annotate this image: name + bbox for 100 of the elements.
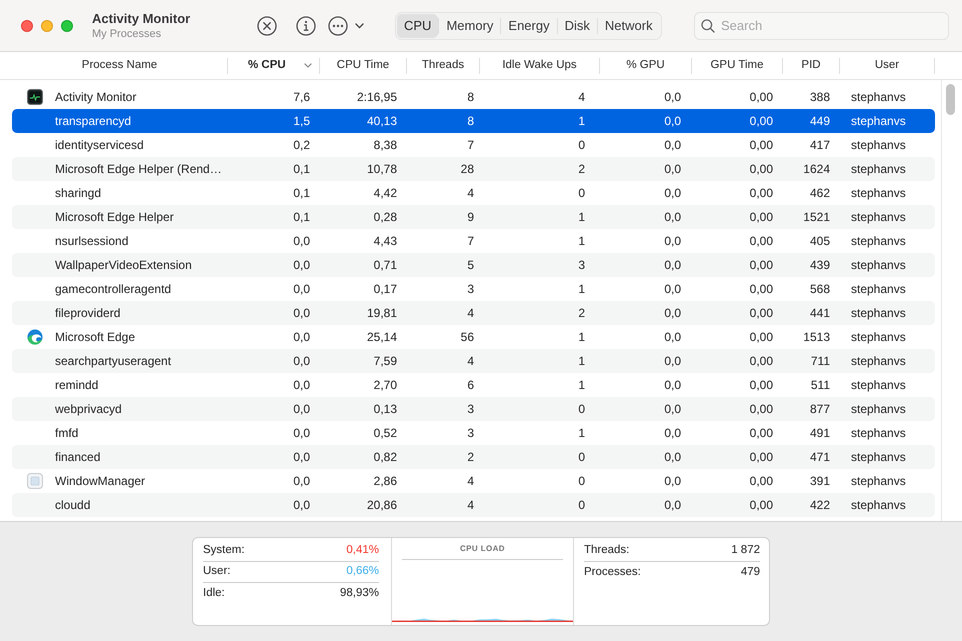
search-field[interactable]: Search bbox=[694, 12, 949, 40]
table-cell-text: stephanvs bbox=[850, 497, 907, 514]
table-cell-text: 0,0 bbox=[292, 449, 311, 466]
process-row[interactable]: transparencyd 1,5 40,13 8 1 0,0 0,00 449 stephanvs bbox=[12, 109, 935, 133]
tab[interactable]: Disk bbox=[558, 14, 597, 38]
chart-title: CPU LOAD bbox=[460, 542, 505, 554]
table-cell-text: 0,0 bbox=[663, 209, 682, 226]
table-cell-text: 56 bbox=[460, 329, 475, 346]
table-cell-text: 1 bbox=[577, 353, 586, 370]
table-cell-text: 0,0 bbox=[663, 113, 682, 130]
table-cell-text: 0,0 bbox=[663, 353, 682, 370]
process-row[interactable]: webprivacyd 0,0 0,13 3 0 0,0 0,00 877 stephanvs bbox=[12, 397, 935, 421]
column-header[interactable]: Threads bbox=[407, 58, 480, 74]
process-name: webprivacyd bbox=[55, 401, 122, 418]
table-cell-text: 0,1 bbox=[292, 209, 311, 226]
column-header[interactable]: Process Name bbox=[12, 58, 228, 74]
tab[interactable]: Memory bbox=[439, 14, 500, 38]
table-cell-text: 439 bbox=[808, 257, 831, 274]
table-cell-text: 0,00 bbox=[748, 473, 774, 490]
minimize-button[interactable] bbox=[41, 20, 53, 32]
process-row[interactable]: Microsoft Edge 0,0 25,14 56 1 0,0 0,00 1513 stephanvs bbox=[12, 325, 935, 349]
table-cell-text: 0,0 bbox=[663, 305, 682, 322]
process-row[interactable]: financed 0,0 0,82 2 0 0,0 0,00 471 stephanvs bbox=[12, 445, 935, 469]
process-row[interactable]: cloudd 0,0 20,86 4 0 0,0 0,00 422 stephanvs bbox=[12, 493, 935, 517]
table-cell-text: stephanvs bbox=[850, 425, 907, 442]
table-cell-text: 0,00 bbox=[748, 449, 774, 466]
column-header[interactable]: GPU Time bbox=[692, 58, 783, 74]
process-name: nsurlsessiond bbox=[55, 233, 128, 250]
table-cell-text: 0,0 bbox=[292, 425, 311, 442]
close-button[interactable] bbox=[21, 20, 33, 32]
column-header[interactable]: Idle Wake Ups bbox=[480, 58, 600, 74]
table-cell-text: 0 bbox=[577, 137, 586, 154]
table-cell-text: 2 bbox=[577, 305, 586, 322]
caret-icon bbox=[355, 22, 364, 28]
table-cell-text: 0,00 bbox=[748, 209, 774, 226]
process-row[interactable]: WindowManager 0,0 2,86 4 0 0,0 0,00 391 stephanvs bbox=[12, 469, 935, 493]
process-row[interactable]: Activity Monitor 7,6 2:16,95 8 4 0,0 0,00 388 stephanvs bbox=[12, 85, 935, 109]
process-name: fmfd bbox=[55, 425, 78, 442]
process-name: searchpartyuseragent bbox=[55, 353, 172, 370]
table-cell-text: 0 bbox=[577, 473, 586, 490]
stat-value: 479 bbox=[740, 564, 760, 580]
tab[interactable]: CPU bbox=[397, 14, 438, 38]
table-cell-text: 1624 bbox=[802, 161, 831, 178]
table-cell-text: 511 bbox=[810, 377, 831, 394]
table-cell-text: 19,81 bbox=[366, 305, 398, 322]
process-name: identityservicesd bbox=[55, 137, 144, 154]
process-row[interactable]: fmfd 0,0 0,52 3 1 0,0 0,00 491 stephanvs bbox=[12, 421, 935, 445]
process-row[interactable]: Microsoft Edge Helper (Rend… 0,1 10,78 28 2 0,0 0,00 1624 stephanvs bbox=[12, 157, 935, 181]
table-cell-text: 0 bbox=[577, 497, 586, 514]
table-cell-text: 1 bbox=[577, 329, 586, 346]
table-cell-text: 2,70 bbox=[372, 377, 398, 394]
process-name: gamecontrolleragentd bbox=[55, 281, 172, 298]
table-cell-text: 0,0 bbox=[292, 497, 311, 514]
table-cell-text: 0,0 bbox=[663, 257, 682, 274]
process-row[interactable]: nsurlsessiond 0,0 4,43 7 1 0,0 0,00 405 stephanvs bbox=[12, 229, 935, 253]
table-cell-text: 0,0 bbox=[292, 257, 311, 274]
table-cell-text: 0,00 bbox=[748, 401, 774, 418]
process-row[interactable]: WallpaperVideoExtension 0,0 0,71 5 3 0,0 0,00 439 stephanvs bbox=[12, 253, 935, 277]
tab[interactable]: Energy bbox=[501, 14, 557, 38]
stop-icon bbox=[257, 16, 277, 36]
info-icon bbox=[296, 16, 316, 36]
table-cell-text: 0,0 bbox=[663, 281, 682, 298]
table-cell-text: 1 bbox=[577, 209, 586, 226]
table-cell-text: stephanvs bbox=[850, 377, 907, 394]
process-row[interactable]: gamecontrolleragentd 0,0 0,17 3 1 0,0 0,00 568 stephanvs bbox=[12, 277, 935, 301]
table-cell-text: 0,0 bbox=[292, 305, 311, 322]
table-cell-text: 7 bbox=[466, 233, 475, 250]
table-cell-text: 20,86 bbox=[366, 497, 398, 514]
process-row[interactable]: fileproviderd 0,0 19,81 4 2 0,0 0,00 441 stephanvs bbox=[12, 301, 935, 325]
process-row[interactable]: Microsoft Edge Helper 0,1 0,28 9 1 0,0 0,00 1521 stephanvs bbox=[12, 205, 935, 229]
table-cell-text: 711 bbox=[810, 353, 831, 370]
table-cell-text: 0,00 bbox=[748, 233, 774, 250]
table-cell-text: stephanvs bbox=[850, 329, 907, 346]
table-cell-text: 0,0 bbox=[663, 137, 682, 154]
column-header[interactable]: PID bbox=[783, 58, 840, 74]
scrollbar-thumb[interactable] bbox=[946, 84, 955, 115]
tab[interactable]: Network bbox=[598, 14, 660, 38]
column-header[interactable]: CPU Time bbox=[320, 58, 407, 74]
table-cell-text: 0,0 bbox=[663, 185, 682, 202]
table-cell-text: stephanvs bbox=[850, 89, 907, 106]
table-cell-text: 491 bbox=[808, 425, 831, 442]
process-row[interactable]: searchpartyuseragent 0,0 7,59 4 1 0,0 0,00 711 stephanvs bbox=[12, 349, 935, 373]
column-header[interactable]: % GPU bbox=[600, 58, 692, 74]
column-header[interactable]: % CPU bbox=[228, 58, 320, 74]
table-cell-text: 0,0 bbox=[292, 473, 311, 490]
process-name: Microsoft Edge Helper bbox=[55, 209, 174, 226]
table-cell-text: 0,00 bbox=[748, 185, 774, 202]
table-cell-text: stephanvs bbox=[850, 113, 907, 130]
search-icon bbox=[701, 18, 715, 32]
table-cell-text: 1513 bbox=[802, 329, 831, 346]
process-row[interactable]: remindd 0,0 2,70 6 1 0,0 0,00 511 stephanvs bbox=[12, 373, 935, 397]
process-row[interactable]: sharingd 0,1 4,42 4 0 0,0 0,00 462 stephanvs bbox=[12, 181, 935, 205]
zoom-button[interactable] bbox=[61, 20, 73, 32]
sort-caret-icon bbox=[304, 63, 312, 68]
column-header[interactable]: User bbox=[840, 58, 935, 74]
table-cell-text: 4 bbox=[577, 89, 586, 106]
table-cell-text: 0 bbox=[577, 401, 586, 418]
table-cell-text: 0,0 bbox=[663, 161, 682, 178]
process-name: transparencyd bbox=[55, 113, 132, 130]
process-row[interactable]: identityservicesd 0,2 8,38 7 0 0,0 0,00 417 stephanvs bbox=[12, 133, 935, 157]
